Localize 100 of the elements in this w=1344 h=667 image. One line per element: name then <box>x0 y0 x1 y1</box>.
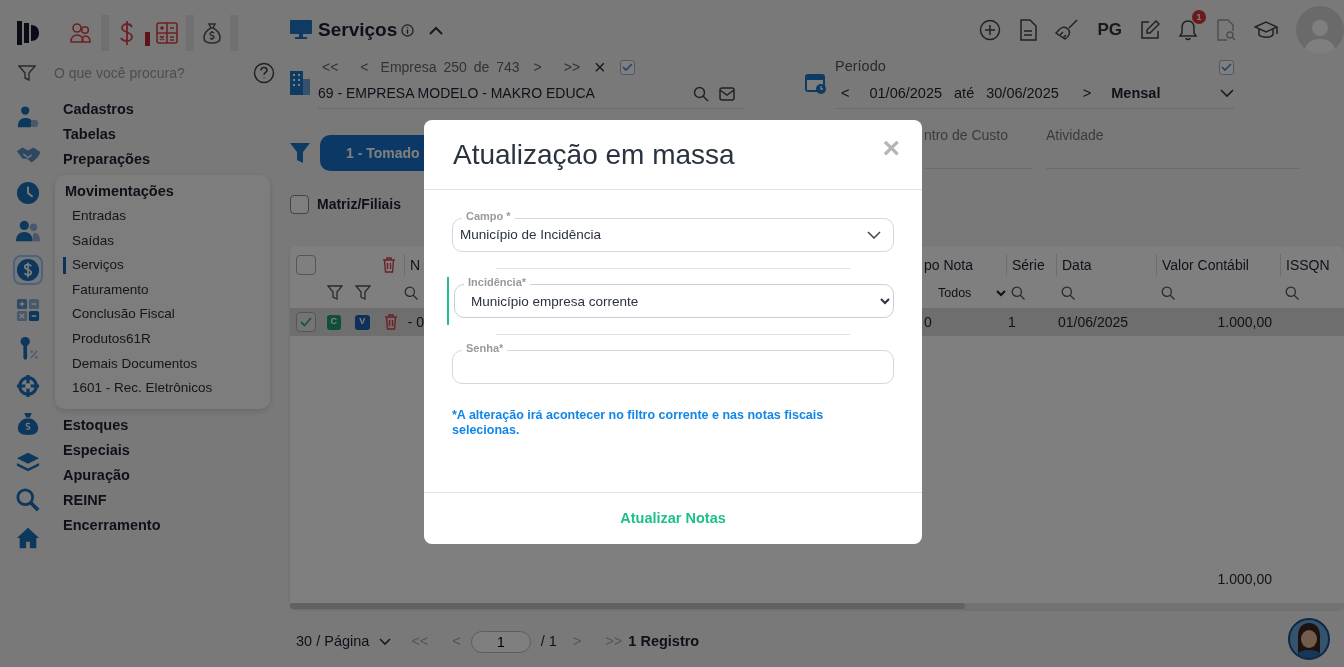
dollar-coin-icon[interactable] <box>15 258 40 282</box>
submenu-item[interactable]: Conclusão Fiscal <box>55 302 270 327</box>
previous-period-link[interactable]: < <box>841 82 850 105</box>
period-label: Período <box>835 57 886 77</box>
submenu-item[interactable]: Demais Documentos <box>55 351 270 377</box>
plus-circle-icon[interactable] <box>979 19 1002 41</box>
page-title: Serviços <box>318 18 398 42</box>
menu-item[interactable]: Apuração <box>55 462 270 488</box>
column-header[interactable]: po Nota <box>922 253 1006 276</box>
users-icon[interactable] <box>69 21 93 45</box>
search-icon[interactable] <box>404 286 418 300</box>
chevron-up-icon[interactable] <box>428 25 445 35</box>
scrollbar-thumb[interactable] <box>290 603 965 609</box>
menu-item[interactable]: Encerramento <box>55 512 270 538</box>
note-text: *A alteração irá acontecer no filtro corrente e nas notas fiscais selecionas. <box>452 408 825 438</box>
previous-link[interactable]: < <box>360 56 369 78</box>
mail-icon[interactable] <box>719 86 735 101</box>
table-cell-text: 01/06/2025 <box>1057 312 1130 332</box>
status-badge: V <box>355 314 370 330</box>
company-name: 69 - EMPRESA MODELO - MAKRO EDUCA <box>318 84 596 103</box>
filter-icon[interactable] <box>327 285 343 301</box>
active-indicator <box>145 32 150 46</box>
menu-item[interactable]: Cadastros <box>55 97 270 122</box>
menu-item[interactable]: Tabelas <box>55 122 270 147</box>
submenu-item[interactable]: Saídas <box>55 228 270 254</box>
chevron-down-icon[interactable] <box>379 638 392 646</box>
document-search-icon[interactable] <box>1216 19 1236 41</box>
calculator-icon[interactable] <box>156 22 178 44</box>
last-page-link[interactable]: >> <box>563 56 581 78</box>
menu-item[interactable]: REINF <box>55 487 270 513</box>
end-date[interactable]: 30/06/2025 <box>986 82 1059 105</box>
start-date[interactable]: 01/06/2025 <box>869 82 943 105</box>
column-header[interactable]: N <box>404 253 421 276</box>
filter-icon[interactable] <box>18 64 36 82</box>
graduation-cap-icon[interactable] <box>1254 20 1278 40</box>
submenu-item[interactable]: Entradas <box>55 204 270 229</box>
checkbox-label: Matriz/Filiais <box>317 194 402 214</box>
broom-icon[interactable] <box>1055 19 1080 41</box>
next-period-link[interactable]: > <box>1082 82 1092 105</box>
logo-icon <box>15 19 41 47</box>
password-field[interactable] <box>452 350 894 384</box>
search-icon[interactable] <box>693 85 709 102</box>
filter-icon[interactable] <box>355 285 371 301</box>
submenu-item[interactable]: Faturamento <box>55 277 270 303</box>
submenu-item[interactable]: Produtos61R <box>55 326 270 352</box>
menu-item[interactable]: Estoques <box>55 412 270 438</box>
column-header[interactable]: Valor Contábil <box>1156 253 1280 276</box>
document-icon[interactable] <box>1019 19 1038 41</box>
money-bag-icon[interactable] <box>202 22 222 44</box>
pg-button[interactable]: PG <box>1097 17 1122 43</box>
column-header[interactable]: Série <box>1006 253 1056 276</box>
column-header[interactable]: Data <box>1056 253 1156 276</box>
trash-icon[interactable] <box>382 256 396 273</box>
search-icon[interactable] <box>1011 286 1025 300</box>
select-all-checkbox[interactable] <box>296 254 316 275</box>
caret-down-icon[interactable] <box>996 289 1006 297</box>
trash-icon[interactable] <box>383 314 398 330</box>
table-cell-text: 0 <box>923 312 933 332</box>
column-header[interactable]: ISSQN <box>1280 253 1344 276</box>
search-icon[interactable] <box>1061 286 1075 300</box>
field-label: Incidência* <box>464 275 531 289</box>
page-number-field[interactable]: 1 <box>470 631 531 653</box>
calculator-icon[interactable] <box>15 297 40 322</box>
submenu-item[interactable]: 1601 - Rec. Eletrônicos <box>55 376 270 401</box>
period-checkbox[interactable] <box>1219 59 1234 75</box>
filter-icon[interactable] <box>290 142 310 164</box>
filter-select[interactable]: Todos <box>938 283 996 303</box>
clock-icon[interactable] <box>15 180 40 205</box>
period-mode-select[interactable]: Mensal <box>1111 82 1208 105</box>
until-label: até <box>954 83 975 103</box>
check-icon <box>299 317 312 327</box>
lock-checkbox[interactable] <box>619 59 635 75</box>
assistant-avatar[interactable] <box>1288 618 1330 660</box>
home-icon[interactable] <box>15 525 40 550</box>
filter-field[interactable]: ntro de Custo <box>924 125 1032 169</box>
clear-button[interactable]: × <box>594 52 606 82</box>
menu-item[interactable]: Especiais <box>55 437 270 463</box>
filter-field[interactable]: Atividade <box>1046 125 1300 169</box>
submenu-item[interactable]: Serviços <box>55 253 270 278</box>
gear-icon[interactable] <box>15 373 40 398</box>
info-icon[interactable] <box>401 23 415 37</box>
edit-icon[interactable] <box>1140 20 1160 40</box>
next-link[interactable]: > <box>533 56 542 78</box>
help-icon[interactable] <box>253 62 275 84</box>
bell-icon[interactable] <box>1178 19 1198 41</box>
search-icon[interactable] <box>1161 286 1175 300</box>
users-icon[interactable] <box>15 218 40 243</box>
row-checkbox[interactable] <box>296 312 316 332</box>
money-bag-icon[interactable] <box>15 411 40 436</box>
first-page-link[interactable]: << <box>322 56 339 78</box>
update-button[interactable]: Atualizar Notas <box>614 506 732 531</box>
search-icon[interactable] <box>1285 286 1299 300</box>
chevron-down-icon[interactable] <box>1220 89 1234 98</box>
page-size-select[interactable]: 30 / Página <box>296 631 370 653</box>
matriz-checkbox[interactable] <box>290 194 309 214</box>
user-settings-icon[interactable] <box>15 104 40 129</box>
menu-item[interactable]: Preparações <box>55 147 270 172</box>
menu-item[interactable]: Movimentações <box>55 179 270 204</box>
check-icon <box>621 62 633 72</box>
search-icon[interactable] <box>15 487 40 512</box>
